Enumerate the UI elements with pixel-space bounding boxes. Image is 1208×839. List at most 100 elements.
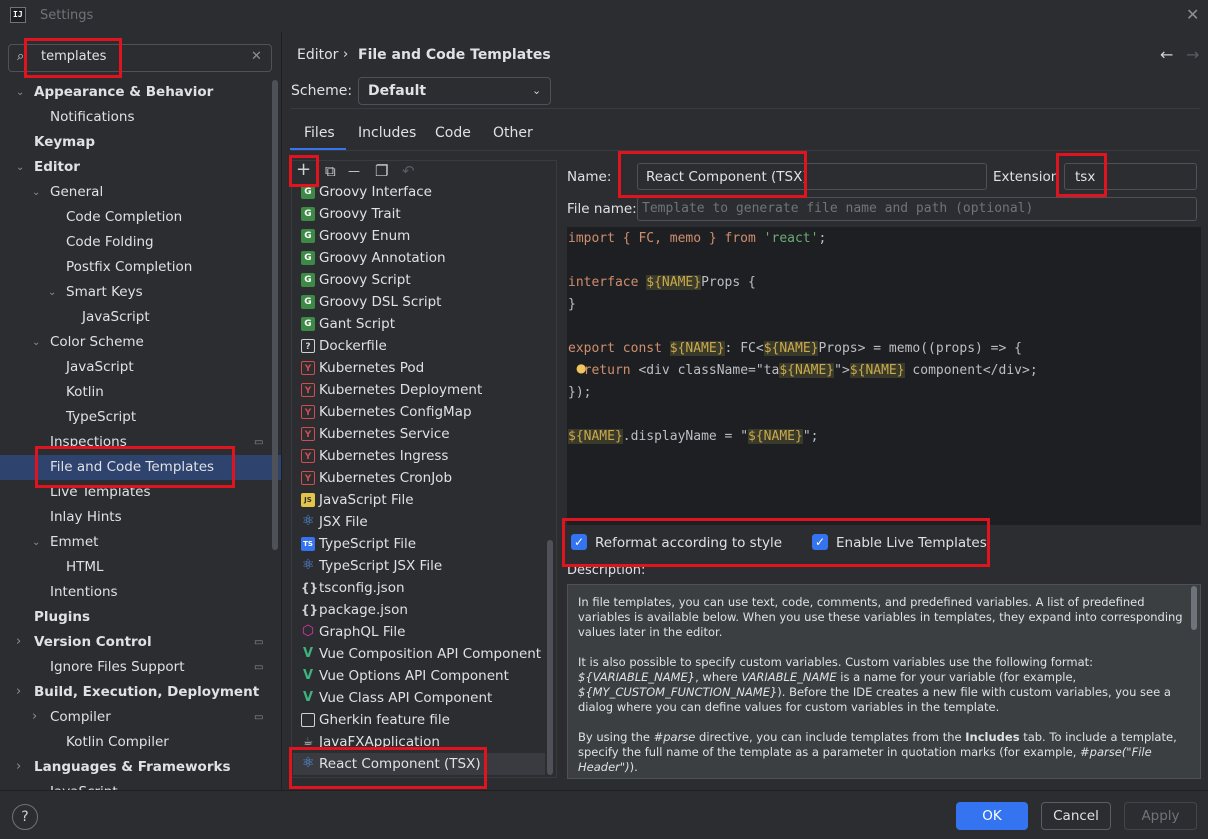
template-list-item[interactable]: Y Kubernetes Pod	[293, 357, 545, 379]
sidebar-item[interactable]: File and Code Templates	[50, 455, 214, 480]
template-list-item[interactable]: G Groovy Enum	[293, 225, 545, 247]
sidebar-item[interactable]: General	[50, 180, 103, 205]
description-scrollbar[interactable]	[1191, 586, 1197, 630]
lightbulb-icon[interactable]: ●	[576, 361, 586, 375]
sidebar-item[interactable]: Keymap	[34, 130, 95, 155]
template-list-item[interactable]: Y Kubernetes Ingress	[293, 445, 545, 467]
sidebar-item[interactable]: JavaScript	[50, 780, 118, 790]
tab-other[interactable]: Other	[493, 125, 533, 141]
template-list-item[interactable]: {} tsconfig.json	[293, 577, 545, 599]
chevron-down-icon[interactable]: ⌄	[48, 287, 56, 298]
ok-button[interactable]: OK	[956, 802, 1028, 830]
template-list-item[interactable]: V Vue Class API Component	[293, 687, 545, 709]
chevron-down-icon[interactable]: ⌄	[532, 84, 541, 97]
template-list-item[interactable]: TS TypeScript File	[293, 533, 545, 555]
chevron-down-icon[interactable]: ⌄	[16, 162, 24, 173]
file-name-placeholder[interactable]: Template to generate file name and path …	[642, 201, 1033, 216]
template-list-item[interactable]: ⚛ JSX File	[293, 511, 545, 533]
tab-code[interactable]: Code	[435, 125, 471, 141]
template-list-item[interactable]: Y Kubernetes Deployment	[293, 379, 545, 401]
template-list-item[interactable]: Gherkin feature file	[293, 709, 545, 731]
sidebar-item[interactable]: Notifications	[50, 105, 135, 130]
sidebar-item[interactable]: Code Folding	[66, 230, 154, 255]
sidebar-item[interactable]: TypeScript	[66, 405, 136, 430]
list-scrollbar[interactable]	[547, 540, 553, 775]
sidebar-item[interactable]: Live Templates	[50, 480, 151, 505]
template-list-item[interactable]: ☕ JavaFXApplication	[293, 731, 545, 753]
chevron-right-icon[interactable]: ›	[32, 709, 37, 724]
template-list-item[interactable]: Y Kubernetes ConfigMap	[293, 401, 545, 423]
sidebar-item[interactable]: Languages & Frameworks	[34, 755, 231, 780]
template-list-item[interactable]: Y Kubernetes Service	[293, 423, 545, 445]
apply-button[interactable]: Apply	[1124, 802, 1197, 830]
reset-icon[interactable]: ↶	[402, 162, 415, 180]
template-list-item[interactable]: ⚛ React Component (TSX)	[293, 753, 545, 775]
chevron-down-icon[interactable]: ⌄	[16, 87, 24, 98]
splitter[interactable]	[281, 32, 282, 790]
template-list-item[interactable]: JS JavaScript File	[293, 489, 545, 511]
name-value[interactable]: React Component (TSX)	[646, 169, 808, 185]
sidebar-item[interactable]: Kotlin	[66, 380, 104, 405]
sidebar-item[interactable]: Appearance & Behavior	[34, 80, 213, 105]
chevron-right-icon[interactable]: ›	[16, 759, 21, 774]
sidebar-item[interactable]: Build, Execution, Deployment	[34, 680, 259, 705]
sidebar-item[interactable]: Postfix Completion	[66, 255, 192, 280]
template-list-item[interactable]: G Groovy Script	[293, 269, 545, 291]
sidebar-item[interactable]: Code Completion	[66, 205, 182, 230]
sidebar-item[interactable]: Emmet	[50, 530, 98, 555]
chevron-right-icon[interactable]: ›	[16, 634, 21, 649]
live-templates-checkbox[interactable]: ✓	[812, 534, 828, 550]
sidebar-item[interactable]: Inlay Hints	[50, 505, 122, 530]
template-list-item[interactable]: Y Kubernetes CronJob	[293, 467, 545, 489]
chevron-down-icon[interactable]: ⌄	[32, 537, 40, 548]
sidebar-item[interactable]: Ignore Files Support	[50, 655, 185, 680]
forward-arrow-icon[interactable]: →	[1186, 45, 1199, 64]
chevron-down-icon[interactable]: ⌄	[32, 187, 40, 198]
sidebar-item[interactable]: Smart Keys	[66, 280, 143, 305]
tab-includes[interactable]: Includes	[358, 125, 416, 141]
template-list-item[interactable]: G Groovy DSL Script	[293, 291, 545, 313]
sidebar-item[interactable]: Color Scheme	[50, 330, 144, 355]
template-list-item[interactable]: ⬡ GraphQL File	[293, 621, 545, 643]
add-icon[interactable]: +	[296, 159, 311, 180]
clear-search-icon[interactable]: ✕	[251, 49, 262, 64]
template-list-item[interactable]: V Vue Composition API Component	[293, 643, 545, 665]
sidebar-item[interactable]: Inspections	[50, 430, 127, 455]
reformat-checkbox[interactable]: ✓	[571, 534, 587, 550]
back-arrow-icon[interactable]: ←	[1160, 45, 1173, 64]
template-list-item[interactable]: G Groovy Trait	[293, 203, 545, 225]
tab-files[interactable]: Files	[304, 125, 335, 141]
sidebar-item[interactable]: Intentions	[50, 580, 118, 605]
close-icon[interactable]: ✕	[1186, 5, 1199, 24]
breadcrumb-parent[interactable]: Editor	[297, 47, 338, 63]
search-value[interactable]: templates	[41, 49, 106, 64]
reformat-label[interactable]: Reformat according to style	[595, 535, 782, 551]
extension-value[interactable]: tsx	[1075, 169, 1095, 185]
sidebar-item[interactable]: HTML	[66, 555, 104, 580]
template-list-item[interactable]: {} package.json	[293, 599, 545, 621]
sidebar-item[interactable]: Kotlin Compiler	[66, 730, 169, 755]
sidebar-item[interactable]: Plugins	[34, 605, 90, 630]
sidebar-item[interactable]: Version Control	[34, 630, 152, 655]
sidebar-item[interactable]: Compiler	[50, 705, 111, 730]
template-list-item[interactable]: ? Dockerfile	[293, 335, 545, 357]
template-list-item[interactable]: ⚛ TypeScript JSX File	[293, 555, 545, 577]
copy-icon[interactable]: ❐	[375, 162, 388, 180]
help-button[interactable]: ?	[12, 804, 38, 830]
live-templates-label[interactable]: Enable Live Templates	[836, 535, 987, 551]
sidebar-item[interactable]: JavaScript	[66, 355, 134, 380]
template-list-item[interactable]: G Groovy Annotation	[293, 247, 545, 269]
remove-icon[interactable]: —	[348, 164, 360, 178]
sidebar-item[interactable]: Editor	[34, 155, 80, 180]
sidebar-item[interactable]: JavaScript	[82, 305, 150, 330]
template-list-item[interactable]: G Gant Script	[293, 313, 545, 335]
template-label: React Component (TSX)	[319, 756, 481, 772]
create-child-icon[interactable]: ⧉	[325, 162, 336, 180]
cancel-button[interactable]: Cancel	[1041, 802, 1111, 830]
scheme-value[interactable]: Default	[368, 83, 426, 99]
template-list-item[interactable]: V Vue Options API Component	[293, 665, 545, 687]
sidebar-scrollbar[interactable]	[272, 80, 278, 550]
template-list-item[interactable]: G Groovy Interface	[293, 181, 545, 203]
chevron-down-icon[interactable]: ⌄	[32, 337, 40, 348]
chevron-right-icon[interactable]: ›	[16, 684, 21, 699]
